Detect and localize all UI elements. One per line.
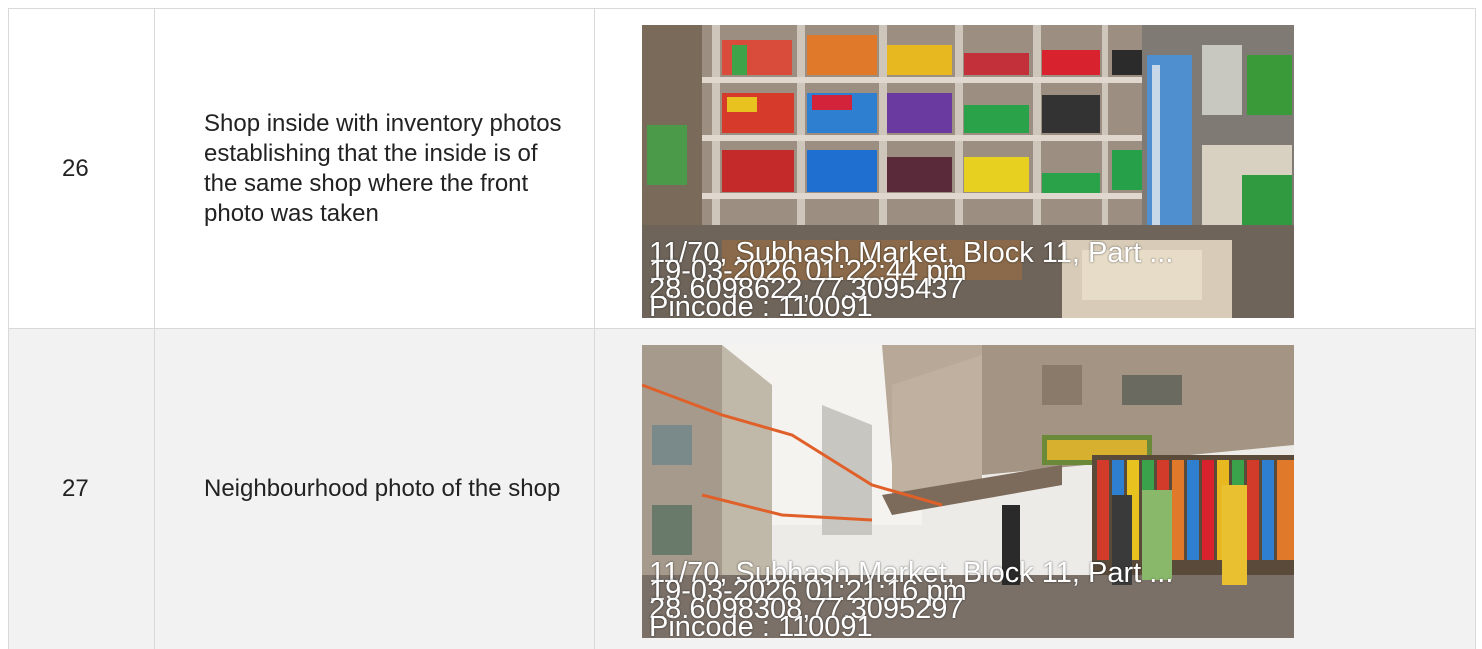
table-row: 27 Neighbourhood photo of the shop 11/70… xyxy=(9,329,1475,649)
table-row: 26 Shop inside with inventory photos est… xyxy=(9,9,1475,329)
row-description: Shop inside with inventory photos establ… xyxy=(204,109,562,227)
shop-inside-photo[interactable]: 11/70, Subhash Market, Block 11, Part ..… xyxy=(642,25,1294,318)
photo-cell: 11/70, Subhash Market, Block 11, Part ..… xyxy=(595,9,1475,328)
evidence-table: 26 Shop inside with inventory photos est… xyxy=(8,8,1476,649)
photo-cell: 11/70, Subhash Market, Block 11, Part ..… xyxy=(595,329,1475,649)
photo-geotag-overlay: 11/70, Subhash Market, Block 11, Part ..… xyxy=(649,559,1173,639)
neighbourhood-photo[interactable]: 11/70, Subhash Market, Block 11, Part ..… xyxy=(642,345,1294,638)
row-number: 27 xyxy=(62,475,89,502)
row-description: Neighbourhood photo of the shop xyxy=(204,475,561,502)
row-number-cell: 26 xyxy=(9,9,155,328)
photo-geotag-overlay: 11/70, Subhash Market, Block 11, Part ..… xyxy=(649,239,1173,319)
row-number: 26 xyxy=(62,154,89,182)
description-cell: Shop inside with inventory photos establ… xyxy=(155,9,595,328)
description-cell: Neighbourhood photo of the shop xyxy=(155,329,595,649)
row-number-cell: 27 xyxy=(9,329,155,649)
